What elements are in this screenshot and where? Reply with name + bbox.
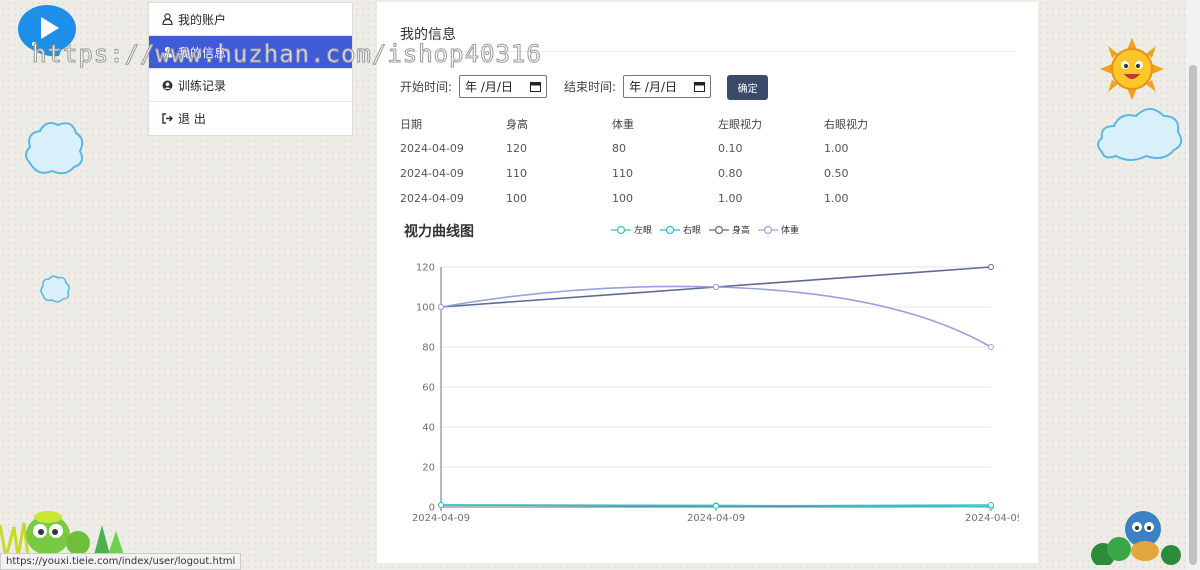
status-bar-url: https://youxi.tieie.com/index/user/logou… <box>0 553 242 570</box>
data-point <box>713 503 719 509</box>
scrollbar-thumb[interactable] <box>1189 65 1197 565</box>
y-tick-label: 20 <box>422 463 435 474</box>
sidebar: 我的账户 我的信息 训练记录 退 出 <box>148 2 353 136</box>
column-header: 右眼视力 <box>824 118 868 131</box>
cloud-decoration <box>40 275 70 303</box>
page-scrollbar[interactable] <box>1186 0 1200 570</box>
sign-out-icon <box>162 113 173 124</box>
confirm-button[interactable]: 确定 <box>727 75 769 100</box>
sun-decoration <box>1100 38 1164 100</box>
info-table: 日期 身高 体重 左眼视力 右眼视力 2024-04-09 120 80 0.1… <box>400 112 930 211</box>
data-point <box>988 502 994 508</box>
column-header: 日期 <box>400 118 422 131</box>
vision-line-chart: 0 20 40 60 80 100 120 2024-04-09 2024-04-09 2024-… <box>412 263 1019 525</box>
table-cell: 110 <box>506 167 527 180</box>
table-row: 2024-04-09 120 80 0.10 1.00 <box>400 136 930 161</box>
legend-item[interactable]: 右眼 <box>660 223 701 236</box>
sidebar-item-label: 我的账户 <box>178 12 227 27</box>
legend-label: 体重 <box>781 226 800 236</box>
cloud-decoration <box>1097 108 1183 161</box>
sidebar-item-training[interactable]: 训练记录 <box>149 69 352 102</box>
chart-title: 视力曲线图 <box>404 224 474 240</box>
cloud-decoration <box>25 122 84 175</box>
column-header: 体重 <box>612 118 634 131</box>
table-cell: 0.80 <box>718 167 743 180</box>
table-cell: 1.00 <box>824 192 849 205</box>
y-tick-label: 60 <box>422 383 435 394</box>
watermark: https://www.huzhan.com/ishop40316 <box>32 40 542 69</box>
x-tick-label: 2024-04-09 <box>965 513 1019 524</box>
end-date-value: 年 /月/日 <box>629 79 677 94</box>
sidebar-item-account[interactable]: 我的账户 <box>149 3 352 36</box>
y-tick-label: 40 <box>422 423 435 434</box>
table-cell: 2024-04-09 <box>400 167 464 180</box>
table-cell: 100 <box>612 192 633 205</box>
legend-item[interactable]: 身高 <box>709 223 750 236</box>
data-point <box>713 284 719 290</box>
start-date-label: 开始时间: <box>400 79 453 94</box>
data-point <box>438 502 444 508</box>
turtle-decoration <box>0 511 124 557</box>
end-date-input[interactable]: 年 /月/日 <box>623 74 712 98</box>
end-date-label: 结束时间: <box>564 79 617 94</box>
x-tick-label: 2024-04-09 <box>412 513 470 524</box>
table-cell: 80 <box>612 142 626 155</box>
table-cell: 0.50 <box>824 167 849 180</box>
legend-marker <box>709 225 730 234</box>
column-header: 身高 <box>506 118 528 131</box>
table-header-row: 日期 身高 体重 左眼视力 右眼视力 <box>400 112 930 136</box>
user-circle-icon <box>162 80 173 90</box>
table-cell: 0.10 <box>718 142 743 155</box>
sidebar-item-label: 退 出 <box>178 112 206 126</box>
table-row: 2024-04-09 100 100 1.00 1.00 <box>400 186 930 211</box>
table-cell: 2024-04-09 <box>400 142 464 155</box>
data-point <box>438 304 444 310</box>
legend-label: 身高 <box>732 226 751 236</box>
y-tick-label: 80 <box>422 343 435 354</box>
x-tick-label: 2024-04-09 <box>687 513 745 524</box>
legend-label: 右眼 <box>683 226 702 236</box>
table-cell: 1.00 <box>718 192 743 205</box>
legend-item[interactable]: 左眼 <box>611 223 652 236</box>
calendar-icon <box>530 81 542 92</box>
sidebar-item-label: 训练记录 <box>178 78 227 93</box>
turtle-decoration <box>1091 511 1181 565</box>
start-date-input[interactable]: 年 /月/日 <box>459 74 548 98</box>
table-cell: 120 <box>506 142 527 155</box>
start-date-value: 年 /月/日 <box>465 79 513 94</box>
calendar-icon <box>694 81 706 92</box>
table-cell: 110 <box>612 167 633 180</box>
y-tick-label: 0 <box>429 503 435 514</box>
table-cell: 100 <box>506 192 527 205</box>
legend-label: 左眼 <box>634 226 653 236</box>
legend-marker <box>758 225 779 234</box>
y-tick-label: 120 <box>416 263 435 274</box>
legend-item[interactable]: 体重 <box>758 223 799 236</box>
user-icon <box>162 13 173 25</box>
table-row: 2024-04-09 110 110 0.80 0.50 <box>400 161 930 186</box>
data-point <box>988 344 994 350</box>
table-cell: 1.00 <box>824 142 849 155</box>
legend-marker <box>611 225 631 234</box>
main-panel: 我的信息 开始时间: 年 /月/日 结束时间: 年 /月/日 确定 日期 身高 … <box>377 2 1038 563</box>
y-tick-label: 100 <box>416 303 435 314</box>
data-point <box>988 264 994 270</box>
column-header: 左眼视力 <box>718 118 762 131</box>
series-line <box>440 285 992 348</box>
legend-marker <box>660 225 681 234</box>
table-cell: 2024-04-09 <box>400 192 464 205</box>
date-filters: 开始时间: 年 /月/日 结束时间: 年 /月/日 确定 <box>400 72 769 100</box>
chart-legend: 左眼 右眼 身高 体重 <box>611 223 807 236</box>
sidebar-item-logout[interactable]: 退 出 <box>149 102 352 135</box>
